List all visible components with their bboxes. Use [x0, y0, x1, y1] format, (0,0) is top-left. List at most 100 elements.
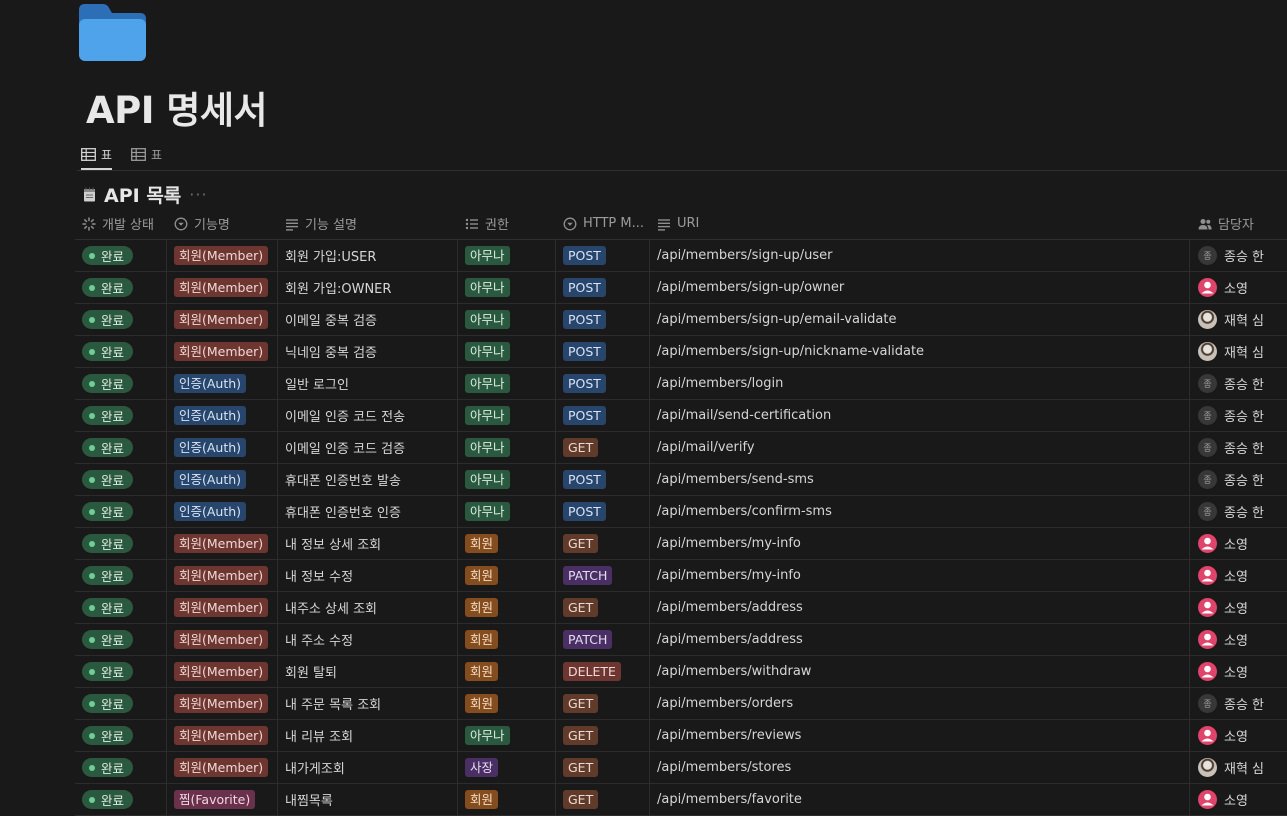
permission-cell[interactable]: 아무나 [458, 368, 556, 399]
feature-cell[interactable]: 인증(Auth) [167, 464, 278, 495]
column-header-assignee[interactable]: 담당자 [1190, 208, 1287, 239]
http-method-cell[interactable]: PATCH [556, 624, 650, 655]
table-row[interactable]: 완료 회원(Member) 내 정보 수정 회원 PATCH /api/memb… [75, 560, 1287, 592]
uri-cell[interactable]: /api/members/favorite [650, 784, 1190, 815]
assignee-cell[interactable]: 재혁 심 [1190, 752, 1287, 783]
uri-cell[interactable]: /api/members/sign-up/nickname-validate [650, 336, 1190, 367]
table-row[interactable]: 완료 찜(Favorite) 내찜목록 회원 GET /api/members/… [75, 784, 1287, 816]
uri-cell[interactable]: /api/members/login [650, 368, 1190, 399]
status-cell[interactable]: 완료 [75, 592, 167, 623]
status-cell[interactable]: 완료 [75, 400, 167, 431]
status-cell[interactable]: 완료 [75, 752, 167, 783]
feature-cell[interactable]: 회원(Member) [167, 752, 278, 783]
description-cell[interactable]: 내가게조회 [278, 752, 458, 783]
description-cell[interactable]: 이메일 중복 검증 [278, 304, 458, 335]
status-cell[interactable]: 완료 [75, 272, 167, 303]
description-cell[interactable]: 닉네임 중복 검증 [278, 336, 458, 367]
uri-cell[interactable]: /api/members/address [650, 592, 1190, 623]
assignee-cell[interactable]: 종 종승 한 [1190, 432, 1287, 463]
table-row[interactable]: 완료 회원(Member) 내 정보 상세 조회 회원 GET /api/mem… [75, 528, 1287, 560]
permission-cell[interactable]: 아무나 [458, 272, 556, 303]
table-row[interactable]: 완료 회원(Member) 이메일 중복 검증 아무나 POST /api/me… [75, 304, 1287, 336]
uri-cell[interactable]: /api/members/stores [650, 752, 1190, 783]
feature-cell[interactable]: 인증(Auth) [167, 368, 278, 399]
description-cell[interactable]: 회원 탈퇴 [278, 656, 458, 687]
assignee-cell[interactable]: 종 종승 한 [1190, 368, 1287, 399]
status-cell[interactable]: 완료 [75, 784, 167, 815]
view-tab-table-2[interactable]: 표 [131, 142, 162, 167]
uri-cell[interactable]: /api/members/my-info [650, 560, 1190, 591]
http-method-cell[interactable]: POST [556, 496, 650, 527]
description-cell[interactable]: 회원 가입:USER [278, 240, 458, 271]
table-row[interactable]: 완료 회원(Member) 내 주문 목록 조회 회원 GET /api/mem… [75, 688, 1287, 720]
http-method-cell[interactable]: GET [556, 688, 650, 719]
table-row[interactable]: 완료 회원(Member) 회원 가입:OWNER 아무나 POST /api/… [75, 272, 1287, 304]
table-row[interactable]: 완료 회원(Member) 내 주소 수정 회원 PATCH /api/memb… [75, 624, 1287, 656]
description-cell[interactable]: 내 정보 수정 [278, 560, 458, 591]
description-cell[interactable]: 내 리뷰 조회 [278, 720, 458, 751]
http-method-cell[interactable]: GET [556, 752, 650, 783]
http-method-cell[interactable]: DELETE [556, 656, 650, 687]
uri-cell[interactable]: /api/mail/verify [650, 432, 1190, 463]
feature-cell[interactable]: 인증(Auth) [167, 496, 278, 527]
page-title[interactable]: API 명세서 [86, 80, 268, 134]
table-row[interactable]: 완료 회원(Member) 회원 가입:USER 아무나 POST /api/m… [75, 240, 1287, 272]
column-header-status[interactable]: 개발 상태 [75, 208, 167, 239]
table-row[interactable]: 완료 회원(Member) 내 리뷰 조회 아무나 GET /api/membe… [75, 720, 1287, 752]
assignee-cell[interactable]: 소영 [1190, 272, 1287, 303]
uri-cell[interactable]: /api/mail/send-certification [650, 400, 1190, 431]
table-row[interactable]: 완료 회원(Member) 내가게조회 사장 GET /api/members/… [75, 752, 1287, 784]
feature-cell[interactable]: 회원(Member) [167, 336, 278, 367]
feature-cell[interactable]: 회원(Member) [167, 304, 278, 335]
description-cell[interactable]: 휴대폰 인증번호 인증 [278, 496, 458, 527]
assignee-cell[interactable]: 재혁 심 [1190, 336, 1287, 367]
permission-cell[interactable]: 아무나 [458, 400, 556, 431]
assignee-cell[interactable]: 소영 [1190, 624, 1287, 655]
http-method-cell[interactable]: GET [556, 592, 650, 623]
assignee-cell[interactable]: 종 종승 한 [1190, 496, 1287, 527]
database-title[interactable]: API 목록 ··· [83, 181, 208, 208]
uri-cell[interactable]: /api/members/sign-up/email-validate [650, 304, 1190, 335]
description-cell[interactable]: 이메일 인증 코드 검증 [278, 432, 458, 463]
status-cell[interactable]: 완료 [75, 560, 167, 591]
uri-cell[interactable]: /api/members/confirm-sms [650, 496, 1190, 527]
permission-cell[interactable]: 회원 [458, 688, 556, 719]
http-method-cell[interactable]: POST [556, 368, 650, 399]
permission-cell[interactable]: 아무나 [458, 464, 556, 495]
description-cell[interactable]: 휴대폰 인증번호 발송 [278, 464, 458, 495]
permission-cell[interactable]: 아무나 [458, 240, 556, 271]
more-options-icon[interactable]: ··· [189, 185, 207, 204]
uri-cell[interactable]: /api/members/orders [650, 688, 1190, 719]
uri-cell[interactable]: /api/members/sign-up/owner [650, 272, 1190, 303]
status-cell[interactable]: 완료 [75, 496, 167, 527]
description-cell[interactable]: 일반 로그인 [278, 368, 458, 399]
feature-cell[interactable]: 인증(Auth) [167, 432, 278, 463]
uri-cell[interactable]: /api/members/address [650, 624, 1190, 655]
column-header-description[interactable]: 기능 설명 [278, 208, 458, 239]
feature-cell[interactable]: 회원(Member) [167, 656, 278, 687]
http-method-cell[interactable]: POST [556, 336, 650, 367]
folder-icon[interactable] [77, 4, 147, 62]
feature-cell[interactable]: 회원(Member) [167, 560, 278, 591]
description-cell[interactable]: 이메일 인증 코드 전송 [278, 400, 458, 431]
permission-cell[interactable]: 사장 [458, 752, 556, 783]
permission-cell[interactable]: 회원 [458, 656, 556, 687]
feature-cell[interactable]: 회원(Member) [167, 720, 278, 751]
assignee-cell[interactable]: 종 종승 한 [1190, 464, 1287, 495]
table-row[interactable]: 완료 인증(Auth) 이메일 인증 코드 전송 아무나 POST /api/m… [75, 400, 1287, 432]
feature-cell[interactable]: 회원(Member) [167, 592, 278, 623]
description-cell[interactable]: 회원 가입:OWNER [278, 272, 458, 303]
feature-cell[interactable]: 회원(Member) [167, 240, 278, 271]
assignee-cell[interactable]: 종 종승 한 [1190, 400, 1287, 431]
feature-cell[interactable]: 회원(Member) [167, 624, 278, 655]
uri-cell[interactable]: /api/members/withdraw [650, 656, 1190, 687]
column-header-uri[interactable]: URI [650, 208, 1190, 239]
permission-cell[interactable]: 회원 [458, 784, 556, 815]
table-row[interactable]: 완료 회원(Member) 닉네임 중복 검증 아무나 POST /api/me… [75, 336, 1287, 368]
feature-cell[interactable]: 회원(Member) [167, 272, 278, 303]
table-row[interactable]: 완료 회원(Member) 회원 탈퇴 회원 DELETE /api/membe… [75, 656, 1287, 688]
description-cell[interactable]: 내 주문 목록 조회 [278, 688, 458, 719]
assignee-cell[interactable]: 소영 [1190, 528, 1287, 559]
feature-cell[interactable]: 찜(Favorite) [167, 784, 278, 815]
description-cell[interactable]: 내 주소 수정 [278, 624, 458, 655]
